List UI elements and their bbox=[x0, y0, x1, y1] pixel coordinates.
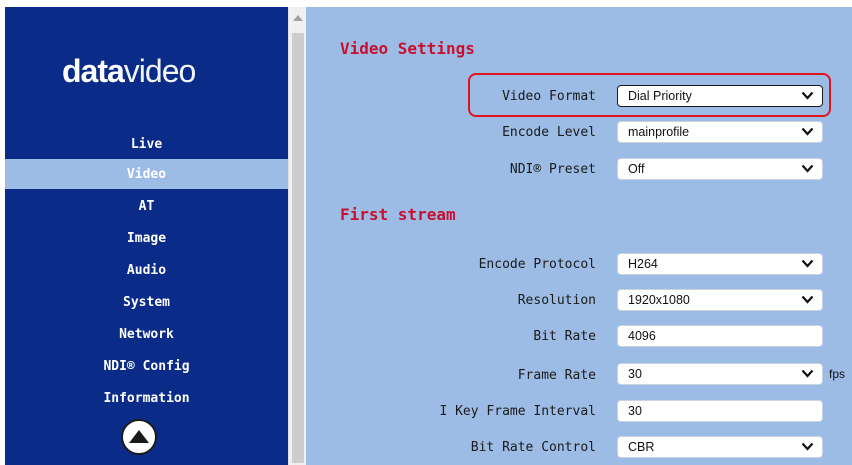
label-bit-rate-control: Bit Rate Control bbox=[470, 440, 596, 455]
nav-item-at[interactable]: AT bbox=[5, 191, 288, 221]
resolution-value: 1920x1080 bbox=[628, 293, 690, 307]
nav-item-live[interactable]: Live bbox=[5, 129, 288, 159]
chevron-down-icon bbox=[801, 442, 814, 451]
frame-rate-value: 30 bbox=[628, 367, 642, 381]
content-panel: Video Settings Video Format Dial Priorit… bbox=[306, 7, 852, 465]
label-bit-rate: Bit Rate bbox=[533, 329, 596, 344]
frame-rate-unit: fps bbox=[829, 367, 846, 381]
nav-item-ndi-config[interactable]: NDI® Config bbox=[5, 351, 288, 381]
label-i-key-frame-interval: I Key Frame Interval bbox=[439, 404, 596, 419]
scroll-up-arrow-icon[interactable] bbox=[293, 15, 303, 21]
encode-protocol-select[interactable]: H264 bbox=[617, 253, 823, 275]
nav-item-video[interactable]: Video bbox=[5, 159, 288, 189]
logo-part-video: video bbox=[123, 53, 196, 89]
chevron-down-icon bbox=[801, 259, 814, 268]
nav-item-information[interactable]: Information bbox=[5, 383, 288, 413]
label-encode-level: Encode Level bbox=[502, 125, 596, 140]
label-video-format: Video Format bbox=[502, 89, 596, 104]
chevron-down-icon bbox=[801, 91, 814, 100]
video-format-select[interactable]: Dial Priority bbox=[617, 85, 823, 107]
section-title-first-stream: First stream bbox=[340, 205, 456, 224]
bit-rate-input[interactable]: 4096 bbox=[617, 325, 823, 347]
video-format-value: Dial Priority bbox=[628, 89, 692, 103]
logo-part-data: data bbox=[62, 53, 125, 89]
resolution-select[interactable]: 1920x1080 bbox=[617, 289, 823, 311]
bit-rate-control-select[interactable]: CBR bbox=[617, 436, 823, 458]
nav-item-network[interactable]: Network bbox=[5, 319, 288, 349]
encode-protocol-value: H264 bbox=[628, 257, 658, 271]
frame-rate-select[interactable]: 30 bbox=[617, 363, 823, 385]
scroll-top-button[interactable] bbox=[121, 419, 157, 455]
chevron-down-icon bbox=[801, 295, 814, 304]
i-key-frame-interval-input[interactable]: 30 bbox=[617, 400, 823, 422]
section-title-video-settings: Video Settings bbox=[340, 39, 475, 58]
label-frame-rate: Frame Rate bbox=[517, 368, 596, 383]
chevron-down-icon bbox=[801, 127, 814, 136]
chevron-down-icon bbox=[801, 164, 814, 173]
encode-level-value: mainprofile bbox=[628, 125, 690, 139]
nav-item-system[interactable]: System bbox=[5, 287, 288, 317]
bit-rate-control-value: CBR bbox=[628, 440, 655, 454]
chevron-down-icon bbox=[801, 369, 814, 378]
encode-level-select[interactable]: mainprofile bbox=[617, 121, 823, 143]
bit-rate-value: 4096 bbox=[628, 329, 656, 343]
datavideo-logo: data video bbox=[62, 53, 196, 93]
scroll-thumb[interactable] bbox=[292, 33, 304, 463]
nav-item-audio[interactable]: Audio bbox=[5, 255, 288, 285]
label-encode-protocol: Encode Protocol bbox=[478, 257, 596, 272]
ndi-preset-select[interactable]: Off bbox=[617, 158, 823, 180]
label-resolution: Resolution bbox=[517, 293, 596, 308]
ndi-preset-value: Off bbox=[628, 162, 645, 176]
up-arrow-icon bbox=[129, 430, 149, 443]
label-ndi-preset: NDI® Preset bbox=[509, 162, 596, 177]
scrollbar[interactable] bbox=[288, 7, 307, 465]
nav-item-image[interactable]: Image bbox=[5, 223, 288, 253]
sidebar: data video Live Video AT Image Audio Syst… bbox=[5, 7, 288, 465]
i-key-frame-interval-value: 30 bbox=[628, 404, 642, 418]
